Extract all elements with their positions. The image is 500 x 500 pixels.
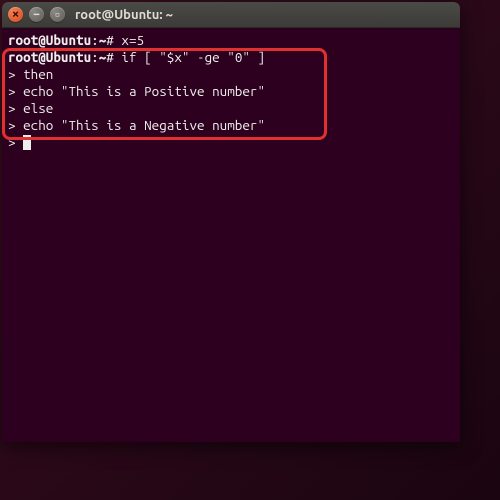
continuation-text: then (23, 66, 53, 82)
window-controls (8, 7, 65, 22)
terminal-continuation-line: > else (8, 100, 454, 117)
command-text: if [ "$x" -ge "0" ] (121, 49, 265, 65)
command-text: x=5 (121, 32, 144, 48)
continuation-text: echo "This is a Positive number" (23, 83, 265, 99)
maximize-button[interactable] (50, 7, 65, 22)
prompt-user-host: root@Ubuntu (8, 32, 91, 48)
minimize-button[interactable] (29, 7, 44, 22)
terminal-body[interactable]: root@Ubuntu:~# x=5root@Ubuntu:~# if [ "$… (2, 28, 460, 442)
continuation-text: else (23, 100, 53, 116)
continuation-prompt: > (8, 83, 23, 99)
prompt-user-host: root@Ubuntu (8, 49, 91, 65)
continuation-prompt: > (8, 66, 23, 82)
prompt-path: ~ (99, 32, 107, 48)
titlebar[interactable]: root@Ubuntu: ~ (2, 2, 460, 28)
continuation-prompt: > (8, 134, 23, 150)
window-title: root@Ubuntu: ~ (75, 8, 173, 22)
terminal-command-line: root@Ubuntu:~# x=5 (8, 32, 454, 49)
terminal-command-line: root@Ubuntu:~# if [ "$x" -ge "0" ] (8, 49, 454, 66)
prompt-path: ~ (99, 49, 107, 65)
terminal-continuation-line: > echo "This is a Positive number" (8, 83, 454, 100)
terminal-continuation-line: > echo "This is a Negative number" (8, 117, 454, 134)
terminal-continuation-line: > then (8, 66, 454, 83)
continuation-prompt: > (8, 117, 23, 133)
close-button[interactable] (8, 7, 23, 22)
continuation-text: echo "This is a Negative number" (23, 117, 265, 133)
cursor (23, 135, 31, 150)
continuation-prompt: > (8, 100, 23, 116)
terminal-input-line[interactable]: > (8, 134, 454, 151)
terminal-window: root@Ubuntu: ~ root@Ubuntu:~# x=5root@Ub… (2, 2, 460, 442)
